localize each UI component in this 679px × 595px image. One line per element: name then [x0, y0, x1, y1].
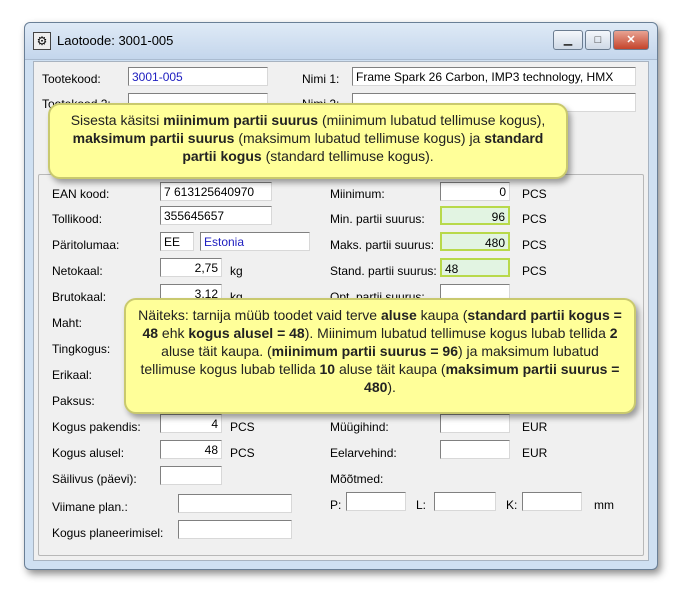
netokaal-label: Netokaal:: [52, 264, 103, 278]
window-title: Laotoode: 3001-005: [57, 33, 174, 48]
tollikood-field[interactable]: 355645657: [160, 206, 272, 225]
kogus-pakendis-field[interactable]: 4: [160, 414, 222, 433]
close-button[interactable]: ✕: [613, 30, 649, 50]
min-partii-field[interactable]: 96: [440, 206, 510, 225]
maks-partii-unit: PCS: [522, 238, 547, 252]
brutokaal-label: Brutokaal:: [52, 290, 107, 304]
kogus-planeerimisel-field[interactable]: [178, 520, 292, 539]
k-label: K:: [506, 498, 518, 512]
kogus-alusel-label: Kogus alusel:: [52, 446, 125, 460]
tollikood-label: Tollikood:: [52, 212, 103, 226]
mootmed-label: Mõõtmed:: [330, 472, 384, 486]
tootekood-label: Tootekood:: [42, 72, 101, 86]
app-icon: ⚙: [33, 32, 51, 50]
viimane-plan-field[interactable]: [178, 494, 292, 513]
nimi1-field[interactable]: Frame Spark 26 Carbon, IMP3 technology, …: [352, 67, 636, 86]
callout-example-info: Näiteks: tarnija müüb toodet vaid terve …: [124, 298, 636, 414]
p-field[interactable]: [346, 492, 406, 511]
k-field[interactable]: [522, 492, 582, 511]
kogus-alusel-unit: PCS: [230, 446, 255, 460]
sailivus-label: Säilivus (päevi):: [52, 472, 137, 486]
kogus-pakendis-unit: PCS: [230, 420, 255, 434]
min-partii-label: Min. partii suurus:: [330, 212, 425, 226]
viimane-plan-label: Viimane plan.:: [52, 500, 128, 514]
miinimum-field[interactable]: 0: [440, 182, 510, 201]
maks-partii-label: Maks. partii suurus:: [330, 238, 435, 252]
netokaal-unit: kg: [230, 264, 243, 278]
netokaal-field[interactable]: 2,75: [160, 258, 222, 277]
stand-partii-field[interactable]: 48: [440, 258, 510, 277]
stand-partii-label: Stand. partii suurus:: [330, 264, 437, 278]
muugihind-field[interactable]: [440, 414, 510, 433]
country-code-field[interactable]: EE: [160, 232, 194, 251]
kogus-pakendis-label: Kogus pakendis:: [52, 420, 141, 434]
muugihind-label: Müügihind:: [330, 420, 389, 434]
sailivus-field[interactable]: [160, 466, 222, 485]
ean-field[interactable]: 7 613125640970: [160, 182, 272, 201]
eelarvehind-unit: EUR: [522, 446, 548, 460]
maks-partii-field[interactable]: 480: [440, 232, 510, 251]
miinimum-label: Miinimum:: [330, 187, 385, 201]
maht-label: Maht:: [52, 316, 83, 330]
eelarvehind-field[interactable]: [440, 440, 510, 459]
l-label: L:: [416, 498, 427, 512]
tingkogus-label: Tingkogus:: [52, 342, 111, 356]
miinimum-unit: PCS: [522, 187, 547, 201]
paksus-label: Paksus:: [52, 394, 95, 408]
callout-batch-size-info: Sisesta käsitsi miinimum partii suurus (…: [48, 103, 568, 179]
mm-unit: mm: [594, 498, 614, 512]
muugihind-unit: EUR: [522, 420, 548, 434]
kogus-alusel-field[interactable]: 48: [160, 440, 222, 459]
kogus-planeerimisel-label: Kogus planeerimisel:: [52, 526, 164, 540]
min-partii-unit: PCS: [522, 212, 547, 226]
nimi1-label: Nimi 1:: [302, 72, 340, 86]
l-field[interactable]: [434, 492, 496, 511]
p-label: P:: [330, 498, 342, 512]
tootekood-field[interactable]: 3001-005: [128, 67, 268, 86]
erikaal-label: Erikaal:: [52, 368, 93, 382]
title-bar: ⚙ Laotoode: 3001-005 ▁ □ ✕: [25, 23, 657, 60]
country-name-field[interactable]: Estonia: [200, 232, 310, 251]
minimize-button[interactable]: ▁: [553, 30, 583, 50]
paritolumaa-label: Päritolumaa:: [52, 238, 120, 252]
ean-label: EAN kood:: [52, 187, 110, 201]
maximize-button[interactable]: □: [585, 30, 611, 50]
stand-partii-unit: PCS: [522, 264, 547, 278]
eelarvehind-label: Eelarvehind:: [330, 446, 397, 460]
